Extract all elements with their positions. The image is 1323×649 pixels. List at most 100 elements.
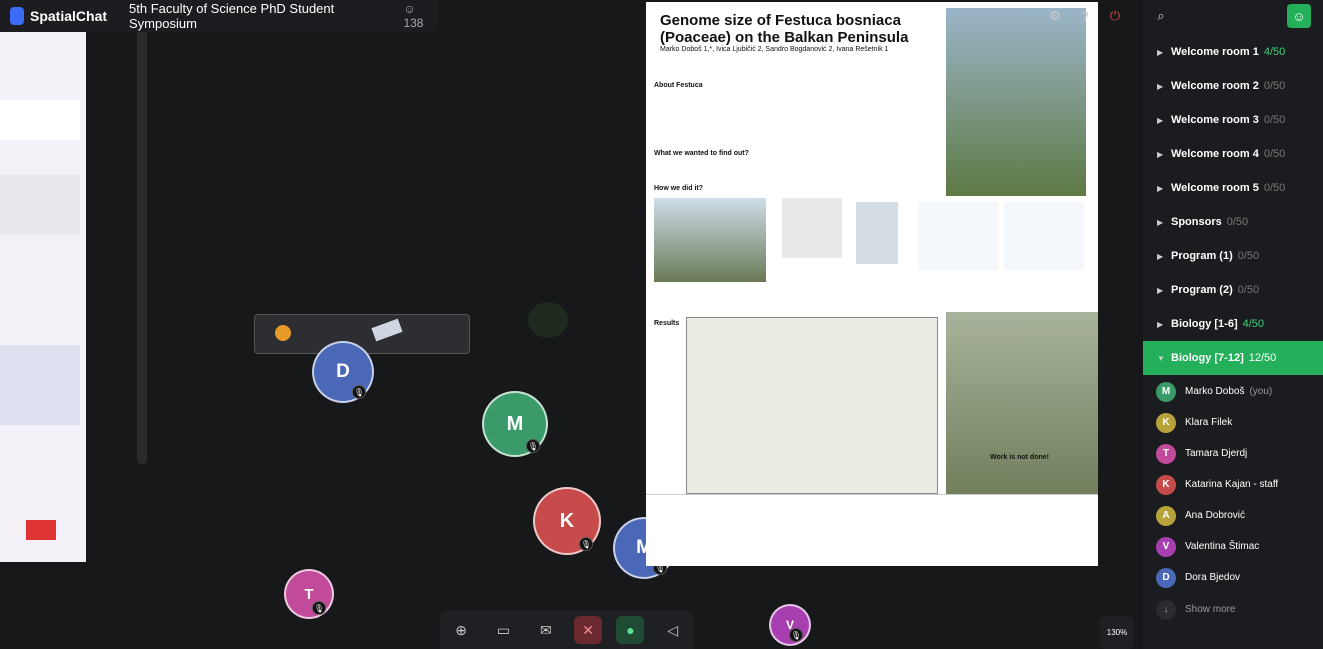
poster-photo-mountain <box>654 198 766 282</box>
member-name: Klara Filek <box>1185 417 1233 428</box>
settings-icon[interactable]: ⚙ <box>1043 4 1067 28</box>
member-item[interactable]: M Marko Doboš (you) <box>1143 376 1323 407</box>
add-icon[interactable]: ⊕ <box>447 616 475 644</box>
chevron-right-icon: ▶ <box>1157 183 1164 193</box>
room-name: Welcome room 1 <box>1171 46 1259 58</box>
member-item[interactable]: K Klara Filek <box>1143 407 1323 438</box>
chevron-right-icon: ▶ <box>1157 285 1164 295</box>
room-count: 0/50 <box>1237 284 1260 296</box>
chevron-right-icon: ▶ <box>1157 319 1164 329</box>
chevron-right-icon: ▶ <box>1157 47 1164 57</box>
speaker-icon[interactable]: ◁ <box>659 616 687 644</box>
chevron-right-icon: ▶ <box>1157 217 1164 227</box>
avatar: M <box>1156 381 1176 402</box>
avatar: A <box>1156 505 1176 526</box>
spatialchat-logo-icon <box>10 7 24 25</box>
room-count: 0/50 <box>1263 182 1286 194</box>
room-item[interactable]: ▶ Program (1) 0/50 <box>1143 239 1323 273</box>
avatar: V <box>1156 536 1176 557</box>
chat-icon[interactable]: ✉ <box>532 616 560 644</box>
poster-footer <box>646 494 1098 566</box>
plant-decoration <box>528 302 568 338</box>
member-item[interactable]: A Ana Dobrović <box>1143 500 1323 531</box>
right-sidebar: ⌕ ☺ ▶ Welcome room 1 4/50 ▶ Welcome room 2 0/… <box>1143 0 1323 649</box>
poster-histogram-1 <box>918 202 998 270</box>
poster-histogram-2 <box>1004 202 1084 270</box>
event-title: 5th Faculty of Science PhD Student Sympo… <box>129 1 335 31</box>
room-item[interactable]: ▶ Welcome room 2 0/50 <box>1143 69 1323 103</box>
member-name: Valentina Štimac <box>1185 541 1260 552</box>
room-count: 0/50 <box>1226 216 1249 228</box>
poster-section-about: About Festuca <box>654 82 703 89</box>
chevron-right-icon: ▶ <box>1157 115 1164 125</box>
avatar: D <box>1156 567 1176 588</box>
poster-photo-cytometer <box>856 202 898 264</box>
divider-bar <box>137 30 147 464</box>
screen-share-icon[interactable]: ▭ <box>489 616 517 644</box>
room-name: Biology [7-12] <box>1171 352 1244 364</box>
avatar: T <box>1156 443 1176 464</box>
microphone-muted-icon: 🎙 <box>526 439 540 453</box>
room-item[interactable]: ▶ Welcome room 5 0/50 <box>1143 171 1323 205</box>
room-count: 0/50 <box>1263 148 1286 160</box>
member-item[interactable]: D Dora Bjedov <box>1143 562 1323 593</box>
member-name: Ana Dobrović <box>1185 510 1246 521</box>
avatar: K <box>1156 474 1176 495</box>
member-name: Katarina Kajan - staff <box>1185 479 1279 490</box>
room-count: 0/50 <box>1263 114 1286 126</box>
microphone-muted-icon: 🎙 <box>579 537 593 551</box>
microphone-icon[interactable]: ● <box>616 616 645 644</box>
search-icon[interactable]: ⌕ <box>1149 4 1173 28</box>
app-name: SpatialChat <box>30 8 108 24</box>
poster-main[interactable]: Genome size of Festuca bosniaca (Poaceae… <box>646 2 1098 566</box>
poster-left[interactable] <box>0 30 86 562</box>
member-item[interactable]: V Valentina Štimac <box>1143 531 1323 562</box>
show-more-label: Show more <box>1185 604 1236 615</box>
spatial-canvas[interactable]: SpatialChat 5th Faculty of Science PhD S… <box>0 0 1143 649</box>
poster-photo-grass <box>946 8 1086 196</box>
poster-section-results: Results <box>654 320 680 327</box>
chevron-right-icon: ▶ <box>1157 81 1164 91</box>
power-icon[interactable]: ⏻ <box>1103 4 1127 28</box>
room-name: Welcome room 3 <box>1171 114 1259 126</box>
room-name: Welcome room 2 <box>1171 80 1259 92</box>
poster-map <box>686 317 938 494</box>
room-item[interactable]: ▶ Welcome room 3 0/50 <box>1143 103 1323 137</box>
participant-count: ☺ 138 <box>403 2 437 30</box>
member-name: Dora Bjedov <box>1185 572 1241 583</box>
room-item[interactable]: ▶ Sponsors 0/50 <box>1143 205 1323 239</box>
help-icon[interactable]: ? <box>1073 4 1097 28</box>
user-icon: ☺ <box>403 2 416 16</box>
room-name: Welcome room 4 <box>1171 148 1259 160</box>
room-name: Program (1) <box>1171 250 1233 262</box>
chevron-down-icon: ↓ <box>1156 599 1176 620</box>
microphone-muted-icon: 🎙 <box>789 628 803 642</box>
poster-section-method: How we did it? <box>654 185 703 192</box>
avatar[interactable]: T <box>284 569 334 619</box>
room-item[interactable]: ▶ Welcome room 1 4/50 <box>1143 35 1323 69</box>
room-item[interactable]: ▼ Biology [7-12] 12/50 <box>1143 341 1323 375</box>
room-item[interactable]: ▶ Program (2) 0/50 <box>1143 273 1323 307</box>
chevron-down-icon: ▼ <box>1157 353 1165 363</box>
camera-off-icon[interactable]: ✕ <box>574 616 603 644</box>
room-count: 4/50 <box>1242 318 1265 330</box>
room-item[interactable]: ▶ Welcome room 4 0/50 <box>1143 137 1323 171</box>
room-count: 4/50 <box>1263 46 1286 58</box>
room-name: Biology [1-6] <box>1171 318 1238 330</box>
app-logo: SpatialChat <box>10 7 107 25</box>
top-bar: SpatialChat 5th Faculty of Science PhD S… <box>0 0 437 32</box>
room-item[interactable]: ▶ Biology [1-6] 4/50 <box>1143 307 1323 341</box>
profile-icon[interactable]: ☺ <box>1287 4 1311 28</box>
control-bar: ⊕ ▭ ✉ ✕ ● ◁ <box>440 611 694 649</box>
participant-count-value: 138 <box>403 16 424 30</box>
room-count: 12/50 <box>1248 352 1277 364</box>
room-name: Sponsors <box>1171 216 1222 228</box>
show-more-button[interactable]: ↓ Show more <box>1143 594 1323 625</box>
room-count: 0/50 <box>1237 250 1260 262</box>
poster-photo-sample <box>782 198 842 258</box>
member-item[interactable]: T Tamara Djerdj <box>1143 438 1323 469</box>
room-count: 0/50 <box>1263 80 1286 92</box>
member-item[interactable]: K Katarina Kajan - staff <box>1143 469 1323 500</box>
zoom-level[interactable]: 130% <box>1100 616 1134 649</box>
chevron-right-icon: ▶ <box>1157 149 1164 159</box>
